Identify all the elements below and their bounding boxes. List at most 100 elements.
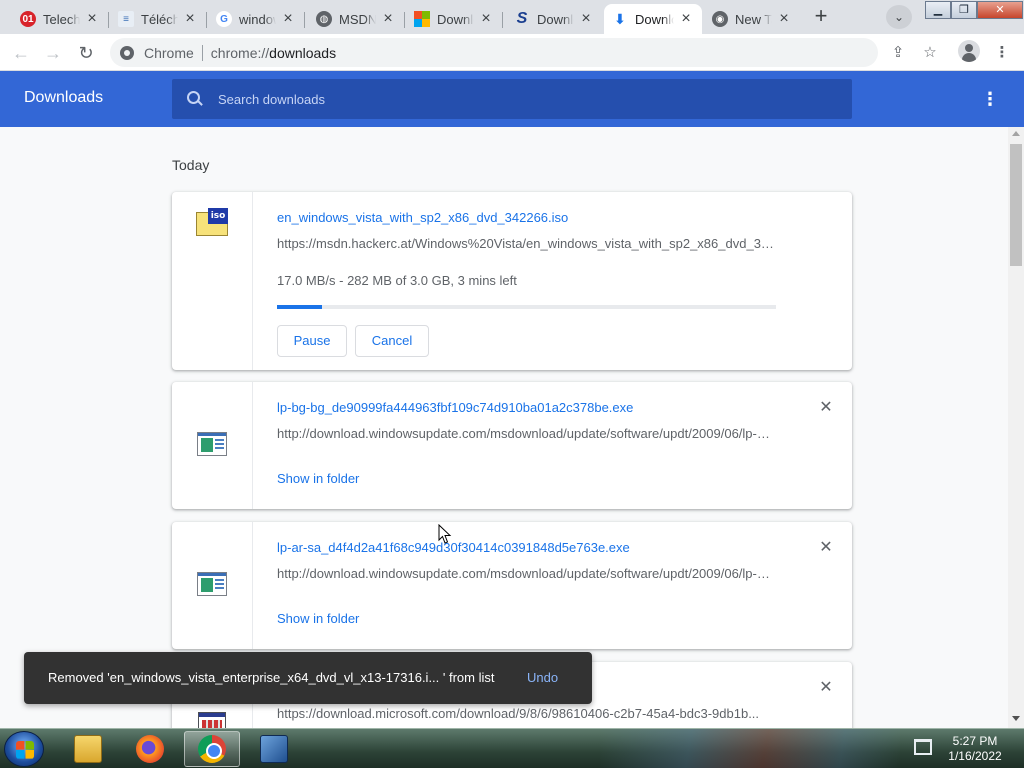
- close-icon[interactable]: ×: [280, 10, 296, 28]
- downloads-header: Downloads ⋮: [0, 71, 1024, 127]
- close-icon[interactable]: ×: [478, 10, 494, 28]
- remove-item-icon[interactable]: ✕: [816, 678, 836, 698]
- download-icon: ⬇: [614, 10, 626, 27]
- tab-new-tab[interactable]: ◉ New Tab ×: [704, 4, 800, 34]
- search-box: [172, 79, 852, 119]
- maximize-button[interactable]: ❐: [951, 1, 977, 19]
- tab-search-button[interactable]: ⌄: [886, 5, 912, 29]
- chrome-icon: [198, 735, 226, 763]
- start-button[interactable]: [4, 731, 44, 767]
- toast-message: Removed 'en_windows_vista_enterprise_x64…: [48, 670, 495, 685]
- file-url[interactable]: http://download.windowsupdate.com/msdown…: [277, 566, 777, 581]
- cancel-button[interactable]: Cancel: [355, 325, 429, 357]
- network-icon[interactable]: [914, 739, 932, 755]
- pause-button[interactable]: Pause: [277, 325, 347, 357]
- removed-toast: Removed 'en_windows_vista_enterprise_x64…: [24, 652, 592, 704]
- date-heading: Today: [172, 157, 210, 173]
- scroll-thumb[interactable]: [1010, 144, 1022, 266]
- file-url[interactable]: https://msdn.hackerc.at/Windows%20Vista/…: [277, 236, 777, 251]
- address-bar[interactable]: Chrome chrome://downloads: [110, 38, 878, 67]
- back-button[interactable]: ←: [10, 42, 32, 64]
- reload-button[interactable]: ↻: [75, 42, 97, 64]
- file-url[interactable]: https://download.microsoft.com/download/…: [277, 706, 777, 721]
- tab-title: Download: [437, 11, 474, 27]
- progress-fill: [277, 305, 322, 309]
- file-name-link[interactable]: lp-bg-bg_de90999fa444963fbf109c74d910ba0…: [277, 400, 633, 415]
- scroll-up-icon[interactable]: [1012, 131, 1020, 136]
- iso-file-icon: iso: [196, 208, 228, 240]
- minimize-button[interactable]: ▁: [925, 1, 951, 19]
- firefox-icon: [136, 735, 164, 763]
- close-icon[interactable]: ×: [182, 10, 198, 28]
- tab-title: Download: [537, 11, 574, 27]
- s-icon: S: [516, 10, 528, 27]
- profile-avatar[interactable]: [958, 40, 980, 62]
- browser-toolbar: ← → ↻ Chrome chrome://downloads ⇪ ☆ ⋮: [0, 34, 1024, 71]
- clock-time: 5:27 PM: [952, 734, 998, 748]
- close-icon[interactable]: ×: [678, 10, 694, 28]
- tab-title: windows vista: [239, 11, 276, 27]
- system-clock[interactable]: 5:27 PM 1/16/2022: [940, 734, 1010, 764]
- download-item: iso en_windows_vista_with_sp2_x86_dvd_34…: [172, 192, 852, 370]
- taskbar-explorer[interactable]: [60, 731, 116, 767]
- close-window-button[interactable]: ✕: [977, 1, 1023, 19]
- tab-downloads[interactable]: ⬇ Downloads ×: [604, 4, 702, 34]
- windows-taskbar: 5:27 PM 1/16/2022: [0, 728, 1024, 768]
- download-item: lp-bg-bg_de90999fa444963fbf109c74d910ba0…: [172, 382, 852, 509]
- scroll-down-icon[interactable]: [1012, 716, 1020, 721]
- file-url[interactable]: http://download.windowsupdate.com/msdown…: [277, 426, 777, 441]
- forward-button[interactable]: →: [42, 42, 64, 64]
- taskbar-virtualbox[interactable]: [246, 731, 302, 767]
- show-in-folder-link[interactable]: Show in folder: [277, 611, 359, 626]
- close-icon[interactable]: ×: [776, 10, 792, 28]
- file-name-link[interactable]: lp-ar-sa_d4f4d2a41f68c949d30f30414c03918…: [277, 540, 630, 555]
- remove-item-icon[interactable]: ✕: [816, 538, 836, 558]
- share-icon[interactable]: ⇪: [887, 42, 909, 64]
- url-scheme: chrome://: [210, 44, 270, 61]
- windows-logo-icon: [16, 741, 34, 759]
- google-icon: G: [216, 11, 232, 27]
- exe-file-icon: [196, 428, 228, 460]
- mouse-cursor-icon: [438, 524, 452, 544]
- window-controls: ▁ ❐ ✕: [925, 1, 1023, 19]
- remove-item-icon[interactable]: ✕: [816, 398, 836, 418]
- taskbar-chrome[interactable]: [184, 731, 240, 767]
- tab-title: Télécharger: [141, 11, 178, 27]
- close-icon[interactable]: ×: [84, 10, 100, 28]
- show-in-folder-link[interactable]: Show in folder: [277, 471, 359, 486]
- page-title: Downloads: [24, 89, 104, 106]
- opera-icon: 01: [20, 11, 36, 27]
- chrome-icon: [120, 45, 134, 60]
- vertical-scrollbar[interactable]: [1008, 127, 1024, 728]
- setup-file-icon: [196, 706, 228, 728]
- taskbar-firefox[interactable]: [122, 731, 178, 767]
- page-icon: ≡: [118, 11, 134, 27]
- chrome-menu-icon[interactable]: ⋮: [991, 42, 1013, 64]
- tab-title: Telecharger: [43, 11, 80, 27]
- close-icon[interactable]: ×: [380, 10, 396, 28]
- tab-telecharger[interactable]: 01 Telecharger ×: [12, 4, 108, 34]
- microsoft-icon: [414, 11, 430, 27]
- tab-strip: 01 Telecharger × ≡ Télécharger × G windo…: [0, 0, 1024, 34]
- url-host: downloads: [269, 44, 337, 61]
- new-tab-button[interactable]: +: [808, 5, 834, 28]
- tab-s-download[interactable]: S Download ×: [506, 4, 602, 34]
- tab-microsoft-download[interactable]: Download ×: [406, 4, 502, 34]
- folder-icon: [74, 735, 102, 763]
- download-status: 17.0 MB/s - 282 MB of 3.0 GB, 3 mins lef…: [277, 273, 517, 288]
- globe-icon: ◍: [316, 11, 332, 27]
- undo-button[interactable]: Undo: [527, 670, 558, 685]
- close-icon[interactable]: ×: [578, 10, 594, 28]
- tab-telecharger-2[interactable]: ≡ Télécharger ×: [110, 4, 206, 34]
- downloads-list: Today iso en_windows_vista_with_sp2_x86_…: [0, 127, 1008, 728]
- tab-msdn[interactable]: ◍ MSDN ×: [308, 4, 404, 34]
- progress-bar: [277, 305, 776, 309]
- file-name-link[interactable]: en_windows_vista_with_sp2_x86_dvd_342266…: [277, 210, 568, 225]
- tab-google-search[interactable]: G windows vista ×: [208, 4, 304, 34]
- tab-title: Downloads: [635, 11, 674, 27]
- bookmark-star-icon[interactable]: ☆: [919, 42, 941, 64]
- download-item: lp-ar-sa_d4f4d2a41f68c949d30f30414c03918…: [172, 522, 852, 649]
- more-actions-icon[interactable]: ⋮: [978, 89, 1002, 111]
- search-input[interactable]: [218, 91, 818, 107]
- search-icon[interactable]: [186, 90, 204, 108]
